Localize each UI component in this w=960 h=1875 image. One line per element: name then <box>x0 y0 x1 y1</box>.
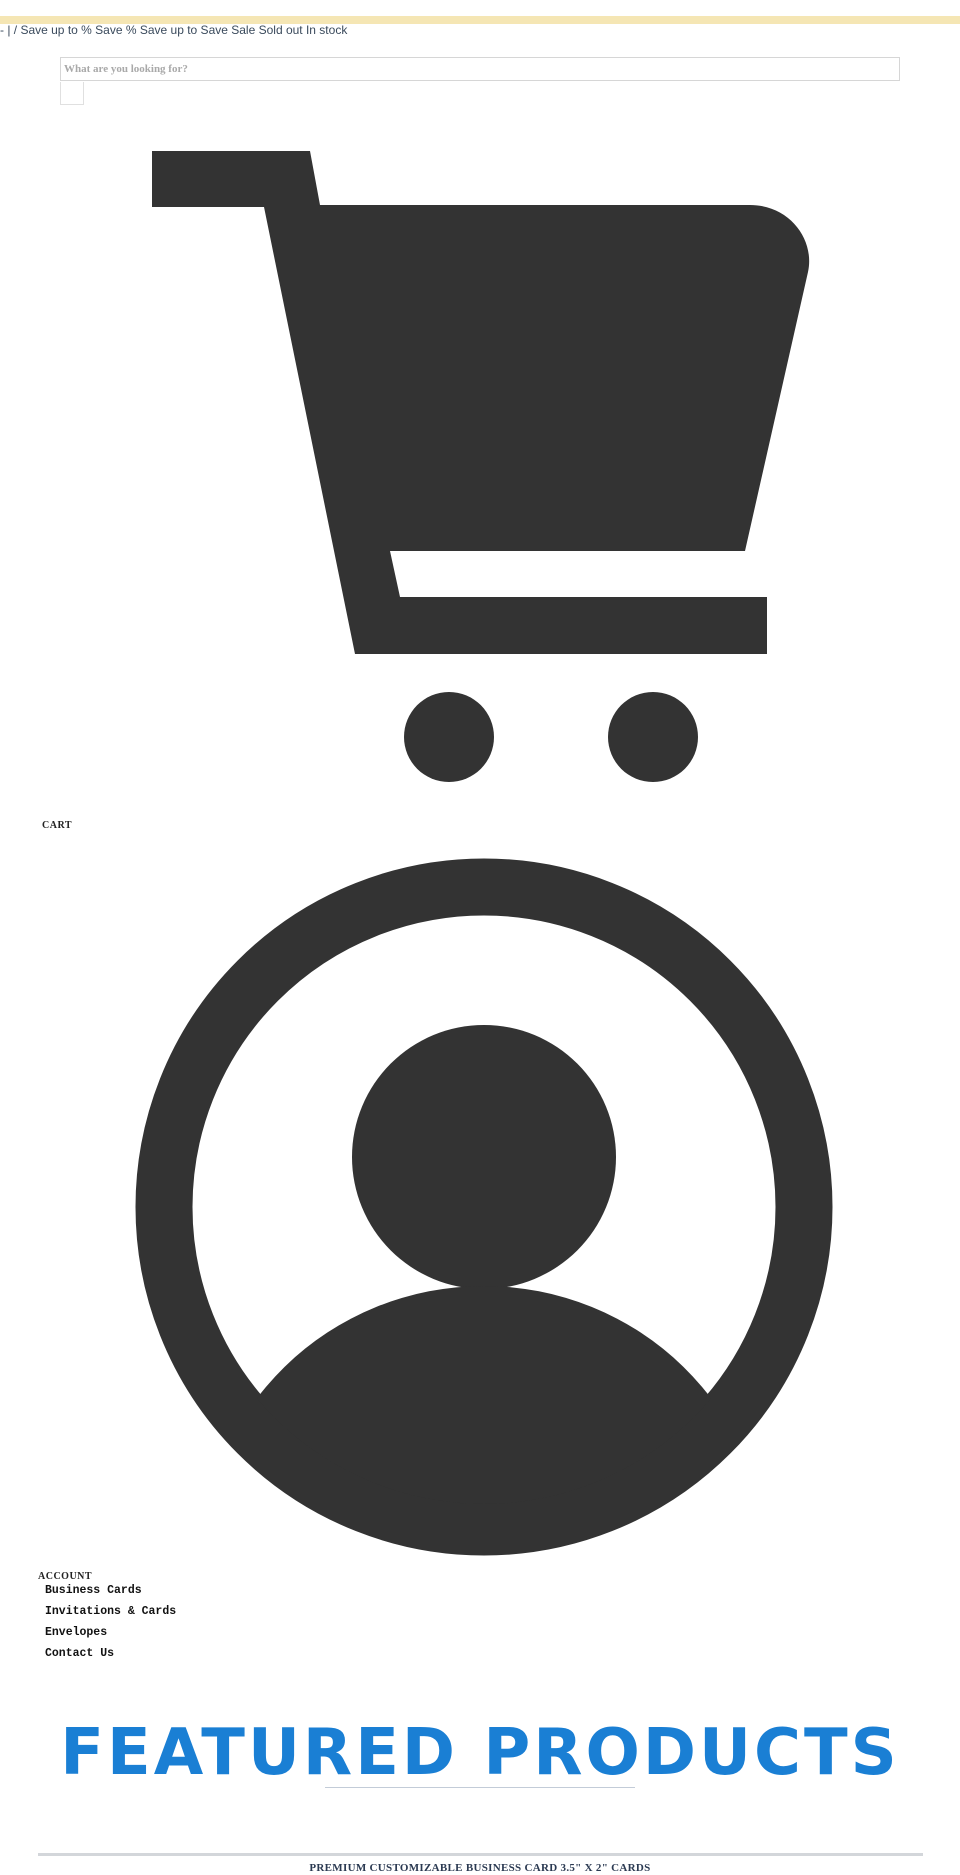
nav-link-invitations-cards[interactable]: Invitations & Cards <box>45 1605 176 1618</box>
section-divider <box>38 1853 923 1856</box>
nav-item: Contact Us <box>45 1643 176 1664</box>
heading-underline <box>325 1787 635 1788</box>
user-circle-icon <box>135 858 833 1556</box>
search-button[interactable] <box>60 82 84 105</box>
account-link[interactable]: ACCOUNT <box>38 852 840 1582</box>
nav-link-envelopes[interactable]: Envelopes <box>45 1626 107 1639</box>
shopping-cart-icon <box>152 151 810 782</box>
cart-link[interactable]: CART <box>42 140 830 840</box>
nav-item: Invitations & Cards <box>45 1601 176 1622</box>
promo-text: - | / Save up to % Save % Save up to Sav… <box>0 23 348 37</box>
product-title[interactable]: PREMIUM CUSTOMIZABLE BUSINESS CARD 3.5" … <box>0 1862 960 1874</box>
nav-link-contact-us[interactable]: Contact Us <box>45 1647 114 1660</box>
main-nav: Business Cards Invitations & Cards Envel… <box>45 1580 176 1664</box>
search-input[interactable] <box>60 57 900 81</box>
nav-link-business-cards[interactable]: Business Cards <box>45 1584 142 1597</box>
featured-products-heading: FEATURED PRODUCTS <box>60 1716 900 1790</box>
nav-item: Business Cards <box>45 1580 176 1601</box>
nav-item: Envelopes <box>45 1622 176 1643</box>
cart-label: CART <box>42 820 72 831</box>
